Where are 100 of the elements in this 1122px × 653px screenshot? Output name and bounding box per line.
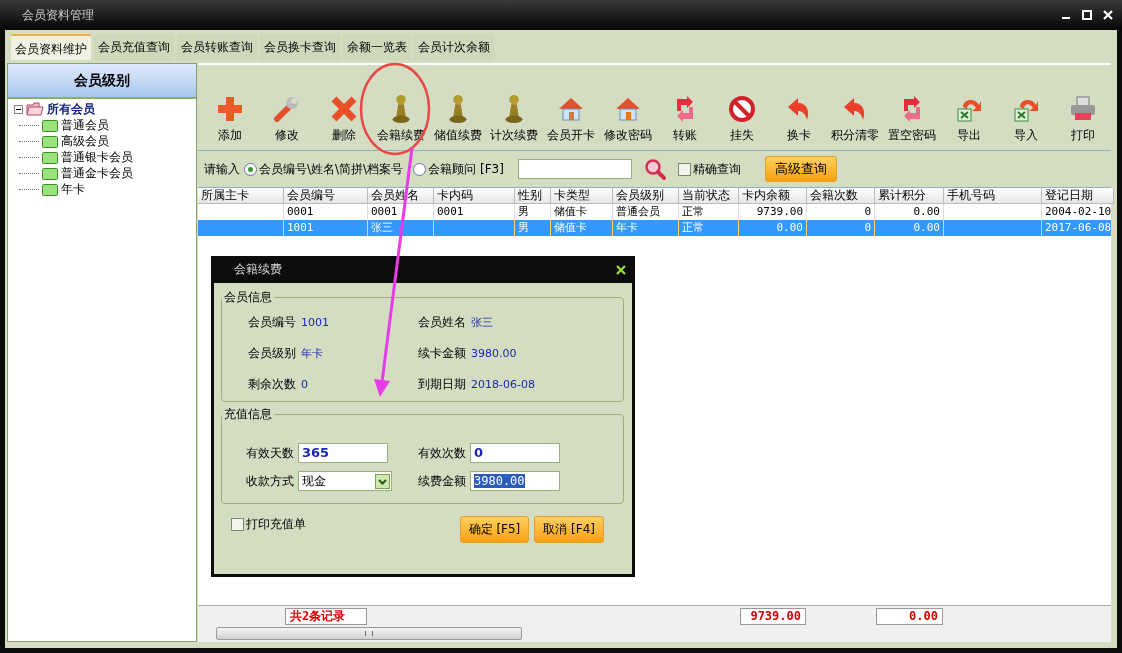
radio-option[interactable]: 会员编号\姓名\简拼\档案号 (244, 160, 404, 178)
table-cell: 0001 (437, 205, 464, 218)
search-field[interactable] (517, 159, 632, 179)
info-value: 年卡 (301, 346, 323, 361)
checkbox-label[interactable]: 精确查询 (692, 160, 741, 178)
tab[interactable]: 会员换卡查询 (260, 34, 340, 60)
toolbar-button[interactable]: 积分清零 (826, 94, 884, 144)
tab[interactable]: 会员转账查询 (177, 34, 257, 60)
toolbar-button[interactable]: 删除 (315, 94, 373, 144)
tab[interactable]: 会员资料维护 (11, 34, 91, 60)
tab[interactable]: 会员充值查询 (94, 34, 174, 60)
field-label: 有效次数 (418, 444, 466, 462)
column-header[interactable]: 会籍次数 (807, 188, 875, 204)
folder-icon (26, 102, 44, 116)
info-label: 会员级别 (248, 345, 296, 362)
summary-cell: 0.00 (876, 607, 943, 625)
toolbar-button[interactable]: 修改密码 (599, 94, 657, 144)
collapse-toggle-icon[interactable] (14, 104, 23, 114)
cross-icon (330, 94, 359, 124)
table-cell: 2004-02-10 (1045, 205, 1112, 218)
tab[interactable]: 余额一览表 (343, 34, 411, 60)
table-cell: 0.00 (913, 205, 940, 218)
checkbox[interactable] (677, 162, 691, 176)
toolbar-button[interactable]: 储值续费 (429, 94, 487, 144)
folder-icon (42, 150, 58, 164)
table-cell: 正常 (682, 221, 704, 234)
dropdown[interactable]: 现金 (298, 471, 392, 491)
dialog-title: 会籍续费 (234, 261, 282, 278)
toolbar-button[interactable]: 导出 (940, 94, 998, 144)
toolbar-button[interactable]: 转账 (656, 94, 714, 144)
column-header[interactable]: 所属主卡 (198, 188, 284, 204)
radio-button[interactable] (244, 162, 257, 176)
maximize-icon[interactable] (1081, 9, 1093, 21)
column-header[interactable]: 卡内余额 (739, 188, 807, 204)
sidebar-header: 会员级别 (8, 64, 196, 99)
tree-item[interactable]: 普通银卡会员 (61, 148, 133, 166)
advanced-search-button[interactable]: 高级查询 (764, 156, 837, 182)
close-icon[interactable] (616, 264, 626, 275)
info-label: 续卡金额 (418, 345, 466, 362)
radio-button[interactable] (413, 162, 427, 176)
table-cell: 男 (518, 205, 529, 218)
table-cell: 2017-06-08 (1045, 221, 1112, 234)
column-header[interactable]: 卡类型 (551, 188, 613, 204)
table-cell: 普通会员 (616, 205, 660, 218)
info-label: 会员姓名 (418, 314, 466, 331)
toolbar-button[interactable]: 打印 (1054, 94, 1111, 144)
toolbar-button[interactable]: 导入 (997, 94, 1055, 144)
column-header[interactable]: 性别 (515, 188, 551, 204)
table-cell: 9739.00 (756, 205, 803, 218)
window-title: 会员资料管理 (22, 6, 94, 24)
table-cell: 张三 (371, 221, 393, 234)
column-header[interactable]: 当前状态 (679, 188, 739, 204)
table-cell: 正常 (682, 205, 704, 218)
input-field[interactable]: 365 (298, 443, 388, 463)
info-label: 到期日期 (418, 376, 466, 393)
prohibited-icon (727, 94, 756, 124)
group-title: 会员信息 (223, 289, 273, 306)
table-cell: 0001 (287, 205, 314, 218)
column-header[interactable]: 卡内码 (434, 188, 515, 204)
search-icon[interactable] (643, 158, 666, 180)
input-field[interactable]: 0 (470, 443, 560, 463)
tree-item[interactable]: 所有会员 (47, 100, 95, 118)
table-cell: 男 (518, 221, 529, 234)
info-value: 2018-06-08 (471, 378, 535, 391)
dialog-button[interactable]: 取消 [F4] (534, 516, 604, 543)
radio-option[interactable]: 会籍顾问 [F3] (413, 160, 504, 178)
tree-item[interactable]: 高级会员 (61, 132, 109, 150)
checkbox[interactable] (231, 518, 244, 531)
field-label: 有效天数 (246, 444, 294, 462)
tab[interactable]: 会员计次余额 (414, 34, 494, 60)
info-value: 0 (301, 378, 308, 391)
column-header[interactable]: 累计积分 (875, 188, 944, 204)
group-title: 充值信息 (223, 406, 273, 423)
info-label: 剩余次数 (248, 376, 296, 393)
scrollbar-thumb[interactable] (216, 627, 522, 640)
dialog-button[interactable]: 确定 [F5] (459, 516, 530, 543)
table-cell: 1001 (287, 221, 314, 234)
toolbar-button[interactable]: 置空密码 (883, 94, 941, 144)
toolbar-button[interactable]: 计次续费 (486, 94, 543, 144)
toolbar-button[interactable]: 修改 (258, 94, 316, 144)
input-field[interactable]: 3980.00 (470, 471, 560, 491)
toolbar-button[interactable]: 换卡 (770, 94, 827, 144)
folder-icon (42, 182, 58, 196)
toolbar-button[interactable]: 会员开卡 (542, 94, 600, 144)
toolbar-button[interactable]: 添加 (202, 94, 259, 144)
table-cell: 储值卡 (554, 221, 587, 234)
column-header[interactable]: 登记日期 (1042, 188, 1114, 204)
info-value: 张三 (471, 315, 493, 330)
checkbox-label[interactable]: 打印充值单 (246, 516, 306, 533)
column-header[interactable]: 会员级别 (613, 188, 679, 204)
field-label: 续费金额 (418, 472, 466, 490)
info-label: 会员编号 (248, 314, 296, 331)
table-cell: 0001 (371, 205, 398, 218)
tree-item[interactable]: 普通金卡会员 (61, 164, 133, 182)
column-header[interactable]: 会员编号 (284, 188, 368, 204)
tree-item[interactable]: 年卡 (61, 180, 85, 198)
plus-icon (216, 94, 245, 124)
column-header[interactable]: 手机号码 (944, 188, 1042, 204)
tree-item[interactable]: 普通会员 (61, 116, 109, 134)
toolbar-button[interactable]: 挂失 (713, 94, 771, 144)
